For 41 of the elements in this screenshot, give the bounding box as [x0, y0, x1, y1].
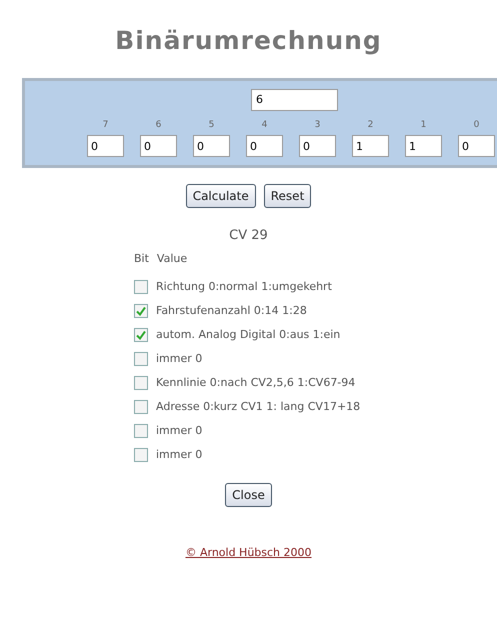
bit-label: 5 [208, 118, 216, 132]
bit-field[interactable]: 0 [299, 135, 336, 157]
option-label: Fahrstufenanzahl 0:14 1:28 [156, 302, 307, 319]
option-label: autom. Analog Digital 0:aus 1:ein [156, 326, 340, 343]
bit-field[interactable]: 0 [87, 135, 124, 157]
close-button[interactable]: Close [225, 483, 272, 507]
page-title: Binärumrechnung [114, 25, 383, 57]
bit-label: 6 [154, 118, 162, 132]
option-label: Adresse 0:kurz CV1 1: lang CV17+18 [156, 398, 360, 415]
section-title: CV 29 [228, 227, 269, 245]
bit-label: 3 [314, 118, 322, 132]
checkbox[interactable] [134, 448, 148, 462]
checkbox[interactable] [134, 424, 148, 438]
checkbox[interactable] [134, 328, 148, 342]
bit-field[interactable]: 0 [246, 135, 283, 157]
bit-label: 0 [472, 118, 480, 132]
action-button[interactable]: Calculate [186, 184, 256, 208]
option-label: immer 0 [156, 350, 202, 367]
bit-field[interactable]: 1 [352, 135, 389, 157]
column-header: Bit [134, 250, 149, 266]
checkbox[interactable] [134, 400, 148, 414]
checkbox[interactable] [134, 280, 148, 294]
column-header: Value [156, 250, 188, 266]
bit-label: 4 [260, 118, 268, 132]
action-button[interactable]: Reset [264, 184, 312, 208]
checkbox[interactable] [134, 376, 148, 390]
bit-field[interactable]: 0 [458, 135, 495, 157]
option-label: Kennlinie 0:nach CV2,5,6 1:CV67-94 [156, 374, 356, 391]
checkbox[interactable] [134, 352, 148, 366]
option-label: immer 0 [156, 422, 202, 439]
option-label: immer 0 [156, 446, 202, 463]
decimal-field[interactable]: 6 [251, 88, 338, 110]
checkbox[interactable] [134, 304, 148, 318]
option-label: Richtung 0:normal 1:umgekehrt [156, 278, 332, 295]
bit-field[interactable]: 1 [405, 135, 442, 157]
bit-label: 7 [102, 118, 110, 132]
bit-field[interactable]: 0 [193, 135, 230, 157]
bit-field[interactable]: 0 [140, 135, 177, 157]
copyright-link[interactable]: © Arnold Hübsch 2000 [185, 545, 312, 562]
bit-label: 2 [366, 118, 374, 132]
bit-label: 1 [420, 118, 428, 132]
